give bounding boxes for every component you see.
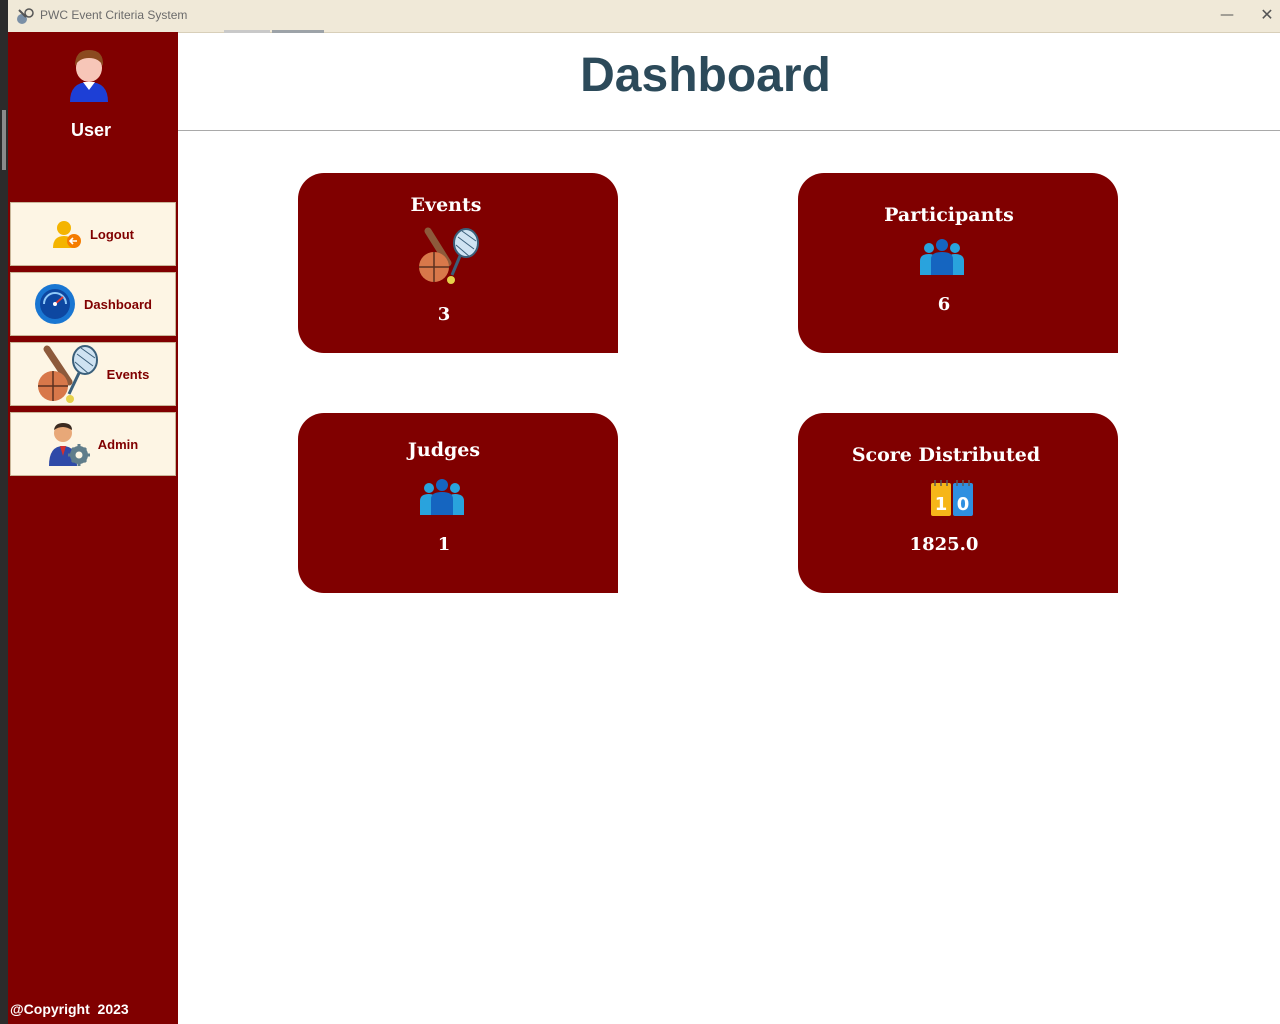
- logout-button[interactable]: Logout: [10, 202, 176, 266]
- titlebar-tab-indicator: [224, 30, 270, 33]
- header-divider: [178, 130, 1280, 131]
- participants-card: Participants 6: [798, 173, 1118, 353]
- user-avatar-icon: [70, 50, 108, 102]
- score-distributed-card: Score Distributed 1 0 1825.0: [798, 413, 1118, 593]
- logout-label: Logout: [89, 226, 135, 242]
- logout-icon: [52, 221, 81, 248]
- events-card-title: Events: [410, 194, 482, 216]
- participants-card-title: Participants: [884, 204, 1014, 226]
- dashboard-button[interactable]: Dashboard: [10, 272, 176, 336]
- judges-card: Judges 1: [298, 413, 618, 593]
- group-icon: [420, 479, 464, 515]
- events-count: 3: [437, 304, 451, 325]
- minimize-button[interactable]: —: [1214, 4, 1240, 28]
- window-title: PWC Event Criteria System: [40, 8, 188, 22]
- judges-count: 1: [437, 534, 451, 555]
- events-label: Events: [106, 366, 150, 382]
- sidebar: User Logout Dashboard Events Admin @Copy…: [8, 32, 178, 1024]
- close-button[interactable]: ✕: [1254, 4, 1280, 28]
- admin-gear-icon: [48, 423, 90, 466]
- events-button[interactable]: Events: [10, 342, 176, 406]
- participants-count: 6: [937, 294, 951, 315]
- page-title: Dashboard: [580, 49, 831, 102]
- username-label: User: [70, 120, 112, 140]
- admin-button[interactable]: Admin: [10, 412, 176, 476]
- admin-label: Admin: [97, 436, 139, 452]
- group-icon: [920, 239, 964, 275]
- score-distributed-value: 1825.0: [909, 534, 979, 555]
- app-icon: [17, 8, 34, 24]
- judges-card-title: Judges: [407, 439, 481, 461]
- window-titlebar: PWC Event Criteria System — ✕: [8, 0, 1280, 33]
- dashboard-label: Dashboard: [84, 296, 152, 312]
- sports-icon: [419, 227, 479, 284]
- svg-text:0: 0: [957, 494, 970, 515]
- svg-text:1: 1: [935, 494, 948, 515]
- titlebar-tab-indicator-active: [272, 30, 324, 33]
- score-distributed-card-title: Score Distributed: [851, 444, 1041, 466]
- scoreboard-icon: 1 0: [931, 480, 973, 516]
- copyright-text: @Copyright 2023: [10, 1001, 129, 1017]
- sports-icon: [37, 345, 98, 403]
- events-card: Events 3: [298, 173, 618, 353]
- background-scroll-mark: [2, 110, 6, 170]
- background-window-edge: [0, 0, 8, 1024]
- dashboard-gauge-icon: [35, 284, 76, 324]
